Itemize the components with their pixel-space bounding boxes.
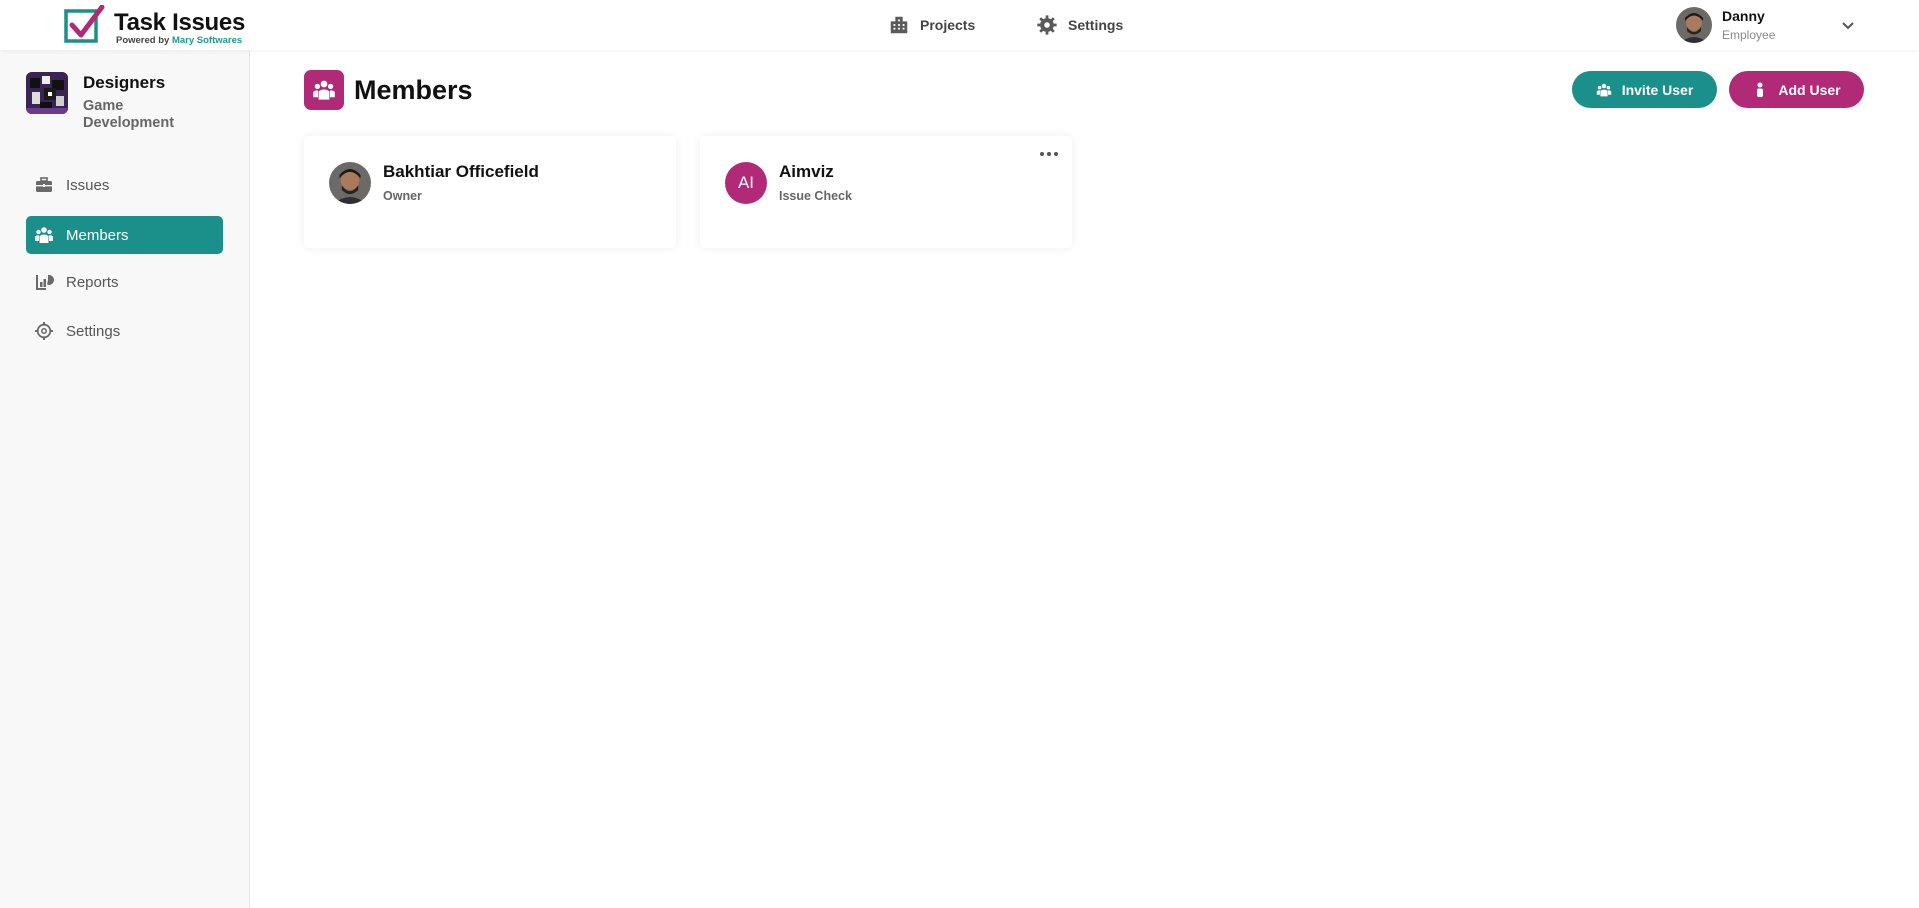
- sidebar-item-label: Issues: [66, 176, 110, 194]
- user-name: Danny: [1722, 8, 1765, 24]
- team-name: Designers: [83, 73, 166, 92]
- person-icon: [1757, 82, 1764, 97]
- nav-projects-label: Projects: [920, 17, 976, 33]
- member-name: Bakhtiar Officefield: [383, 162, 539, 181]
- powered-by-text: Powered by: [116, 35, 170, 46]
- chevron-down-icon[interactable]: [1840, 18, 1856, 34]
- more-options-icon[interactable]: [1038, 148, 1060, 160]
- sidebar-item-members[interactable]: Members: [26, 216, 223, 254]
- avatar: [329, 162, 371, 204]
- add-user-button[interactable]: Add User: [1729, 71, 1864, 108]
- team-header: Designers Game Development: [26, 72, 246, 138]
- member-role: Issue Check: [779, 189, 852, 203]
- app-title: Task Issues: [114, 9, 246, 36]
- nav-settings-label: Settings: [1068, 17, 1124, 33]
- nav-settings[interactable]: Settings: [1036, 0, 1123, 50]
- invite-user-button[interactable]: Invite User: [1572, 71, 1717, 108]
- sidebar-item-settings[interactable]: Settings: [26, 312, 223, 350]
- sidebar-item-label: Settings: [66, 322, 121, 340]
- member-name: Aimviz: [779, 162, 834, 181]
- app-logo[interactable]: Task Issues Powered by Mary Softwares: [64, 5, 264, 47]
- user-menu[interactable]: Danny Employee: [1676, 6, 1876, 46]
- report-icon: [36, 274, 54, 290]
- team-description: Game Development: [83, 98, 175, 131]
- sidebar-item-issues[interactable]: Issues: [26, 166, 223, 204]
- page-header: Members: [304, 70, 473, 110]
- brand-name: Mary Softwares: [171, 35, 243, 46]
- avatar-initials: AI: [725, 162, 767, 204]
- sidebar-item-label: Members: [66, 226, 129, 244]
- page-title: Members: [354, 74, 473, 105]
- member-card[interactable]: AI Aimviz Issue Check: [700, 136, 1072, 248]
- invite-user-label: Invite User: [1621, 81, 1694, 98]
- checkbox-logo-icon: [64, 5, 105, 43]
- member-card[interactable]: Bakhtiar Officefield Owner: [304, 136, 676, 248]
- members-page-icon: [304, 70, 344, 110]
- briefcase-icon: [36, 177, 52, 192]
- sidebar: Designers Game Development Issues Member…: [0, 50, 250, 908]
- gear-icon: [1037, 15, 1057, 35]
- top-bar: Task Issues Powered by Mary Softwares Pr…: [0, 0, 1919, 50]
- user-role: Employee: [1722, 28, 1776, 42]
- gear-icon: [35, 322, 53, 340]
- avatar: [1676, 7, 1712, 43]
- member-role: Owner: [383, 189, 422, 203]
- app-subtitle: Powered by Mary Softwares: [116, 35, 242, 46]
- people-icon: [313, 80, 335, 100]
- sidebar-item-label: Reports: [66, 273, 119, 291]
- sidebar-item-reports[interactable]: Reports: [26, 263, 223, 301]
- people-icon: [35, 227, 53, 243]
- nav-projects[interactable]: Projects: [888, 0, 975, 50]
- people-icon: [1596, 83, 1611, 96]
- team-avatar: [26, 72, 68, 114]
- add-user-label: Add User: [1778, 81, 1841, 98]
- building-icon: [890, 16, 908, 34]
